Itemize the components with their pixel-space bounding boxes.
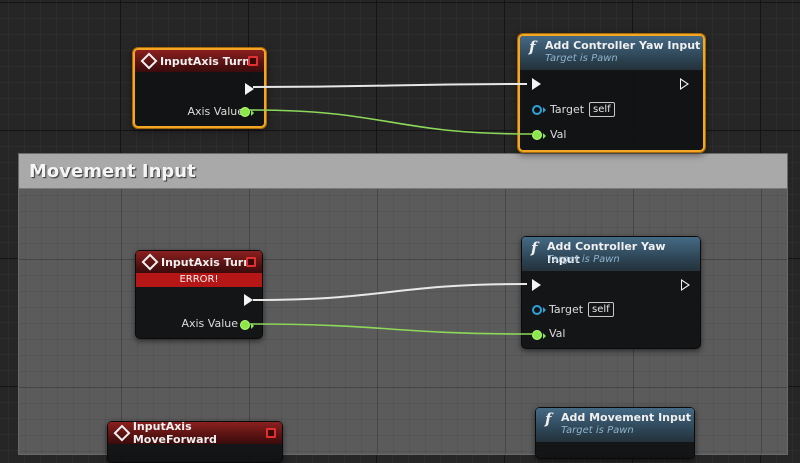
node-header: InputAxis Turn <box>136 251 262 273</box>
node-title: Add Movement Input <box>561 411 691 424</box>
add-movement-input-node[interactable]: f Add Movement Input Target is Pawn <box>535 407 695 459</box>
axis-value-pin[interactable] <box>240 320 254 330</box>
node-subtitle: Target is Pawn <box>561 425 634 436</box>
add-controller-yaw-input-node-top[interactable]: f Add Controller Yaw Input Target is Paw… <box>518 34 705 152</box>
target-self-field[interactable]: self <box>588 302 614 317</box>
axis-value-label: Axis Value <box>181 317 238 330</box>
node-title: InputAxis MoveForward <box>132 420 217 446</box>
val-label: Val <box>549 327 566 340</box>
node-header: InputAxis MoveForward <box>108 420 282 446</box>
function-icon: f <box>529 38 536 56</box>
event-diamond-icon <box>113 424 131 442</box>
val-pin[interactable] <box>532 130 546 140</box>
node-subtitle: Target is Pawn <box>545 53 618 64</box>
val-pin[interactable] <box>532 330 546 340</box>
exec-output-pin[interactable] <box>681 279 690 291</box>
float-wire-top[interactable] <box>248 109 533 135</box>
target-label: Target <box>549 303 584 316</box>
delegate-pin-icon[interactable] <box>266 428 276 438</box>
target-pin[interactable] <box>532 105 546 115</box>
exec-output-pin[interactable] <box>680 78 689 90</box>
error-banner: ERROR! <box>136 273 262 287</box>
input-axis-moveforward-node[interactable]: InputAxis MoveForward <box>107 420 283 463</box>
node-title: Add Controller Yaw Input <box>545 39 701 52</box>
node-title: InputAxis Turn <box>161 255 252 269</box>
exec-output-pin[interactable] <box>244 294 253 306</box>
comment-title: Movement Input <box>29 160 196 182</box>
target-pin[interactable] <box>532 305 546 315</box>
comment-header[interactable]: Movement Input <box>19 154 787 189</box>
node-subtitle: Target is Pawn <box>547 254 620 265</box>
exec-input-pin[interactable] <box>532 279 541 291</box>
node-header: f Add Controller Yaw Input Target is Paw… <box>520 36 703 70</box>
delegate-pin-icon[interactable] <box>246 257 256 267</box>
input-axis-turn-node-top[interactable]: InputAxis Turn Axis Value <box>133 48 266 128</box>
event-diamond-icon <box>141 253 159 271</box>
exec-output-pin[interactable] <box>245 83 254 95</box>
axis-value-pin[interactable] <box>240 107 254 117</box>
node-header: f Add Controller Yaw Input Target is Paw… <box>522 237 700 271</box>
add-controller-yaw-input-node-mid[interactable]: f Add Controller Yaw Input Target is Paw… <box>521 236 701 349</box>
delegate-pin-icon[interactable] <box>248 56 258 66</box>
node-header: f Add Movement Input Target is Pawn <box>536 408 694 442</box>
exec-wire-top[interactable] <box>252 83 528 88</box>
node-title: InputAxis Turn <box>160 54 251 68</box>
axis-value-label: Axis Value <box>187 105 244 118</box>
function-icon: f <box>545 410 552 428</box>
exec-input-pin[interactable] <box>532 78 541 90</box>
function-icon: f <box>531 239 538 257</box>
event-diamond-icon <box>140 52 158 70</box>
val-label: Val <box>550 128 567 141</box>
target-self-field[interactable]: self <box>589 102 615 117</box>
node-header: InputAxis Turn <box>135 50 264 72</box>
target-label: Target <box>550 103 585 116</box>
input-axis-turn-node-error[interactable]: InputAxis Turn ERROR! Axis Value <box>135 250 263 339</box>
